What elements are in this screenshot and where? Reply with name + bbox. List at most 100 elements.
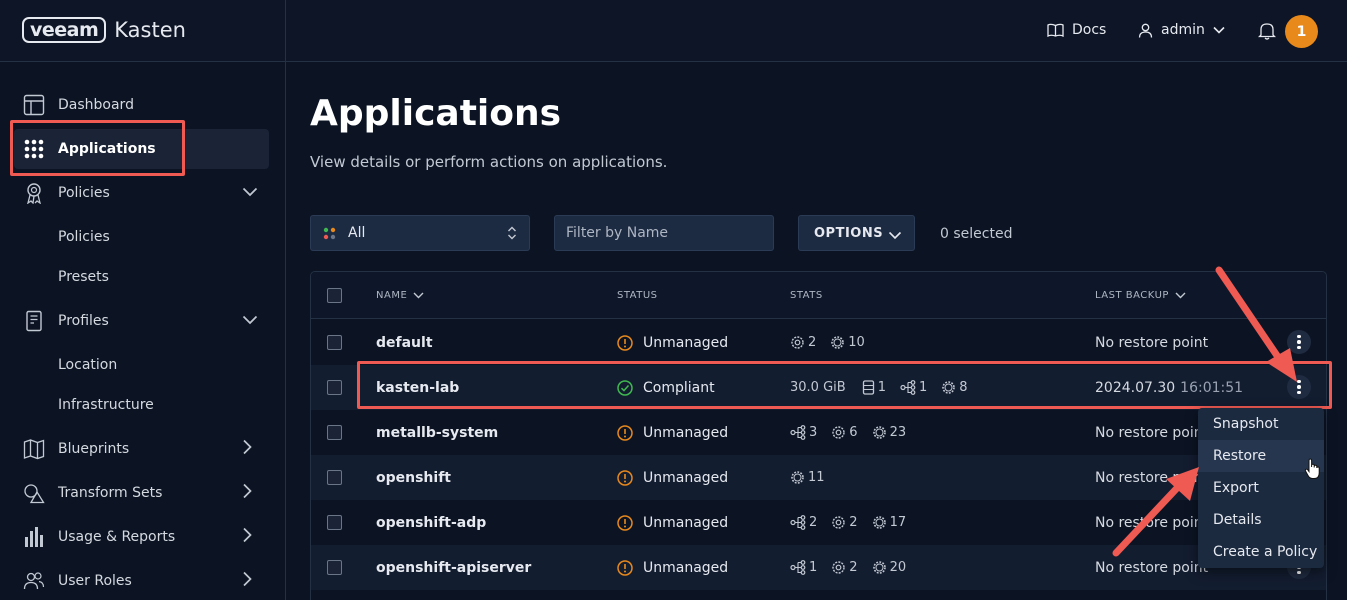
book-icon [1047,23,1064,37]
app-name[interactable]: openshift [376,455,451,500]
sidebar-item-label: Usage & Reports [58,529,176,545]
chevron-down-icon [1213,26,1225,34]
app-name[interactable]: default [376,320,433,365]
sidebar-item-label: Infrastructure [58,397,154,413]
gear-cog-icon [791,336,804,349]
hand-cursor-icon [1304,458,1320,479]
users-icon [22,569,46,593]
app-stats: 2 10 [790,320,879,365]
stat-item: 6 [831,425,858,440]
sidebar-subitem-location[interactable]: Location [0,345,285,385]
menu-item-snapshot[interactable]: Snapshot [1198,408,1324,440]
sidebar-item-label: Blueprints [58,441,130,457]
user-menu[interactable]: admin [1138,22,1225,38]
docs-link[interactable]: Docs [1047,22,1106,38]
sidebar-item-usage-reports[interactable]: Usage & Reports [0,517,285,557]
sidebar-item-label: Profiles [58,313,109,329]
select-arrows-icon [507,225,517,245]
row-checkbox[interactable] [327,515,342,530]
warning-icon [617,424,633,441]
sidebar-item-transform-sets[interactable]: Transform Sets [0,473,285,513]
bar-chart-icon [22,525,46,549]
annotation-arrow-to-restore [1112,467,1199,557]
stat-item: 2 [831,515,858,530]
column-header-stats: STATS [790,290,823,301]
app-status: Unmanaged [617,410,728,455]
page-subtitle: View details or perform actions on appli… [310,153,668,171]
selected-count: 0 selected [940,226,1013,242]
map-icon [22,437,46,461]
gear-icon [831,336,845,349]
select-all-checkbox[interactable] [327,288,342,303]
notifications-button[interactable] [1258,21,1276,40]
app-name[interactable]: openshift-adp [376,500,486,545]
options-button[interactable]: OPTIONS [798,215,915,251]
app-last-backup: No restore point [1095,424,1209,441]
app-stats: 2 2 17 [790,500,920,545]
sidebar-divider [285,0,286,600]
menu-item-details[interactable]: Details [1198,504,1324,536]
stat-item: 20 [872,560,906,575]
app-stats: 11 [790,455,839,500]
app-name[interactable]: metallb-system [376,410,498,455]
chevron-down-icon[interactable] [242,313,258,329]
row-checkbox[interactable] [327,425,342,440]
top-bar: veeam Kasten Docs admin 1 [0,0,1347,62]
status-filter-select[interactable]: All [310,215,530,251]
notification-badge[interactable]: 1 [1285,15,1318,48]
app-last-backup: No restore point [1095,334,1209,351]
warning-icon [617,559,633,576]
chevron-down-icon [413,292,424,299]
table-row[interactable]: default Unmanaged 2 10 No restore point [311,320,1326,365]
logo-product: Kasten [114,18,186,42]
row-checkbox[interactable] [327,335,342,350]
app-status: Unmanaged [617,545,728,590]
sidebar-item-label: Dashboard [58,97,134,113]
sidebar-item-profiles[interactable]: Profiles [0,301,285,341]
veeam-kasten-logo[interactable]: veeam Kasten [22,17,186,43]
stat-item: 2 [831,560,858,575]
chevron-right-icon[interactable] [242,483,252,503]
stat-item: 2 [790,515,817,530]
options-label: OPTIONS [814,225,884,241]
app-stats: 3 6 23 [790,410,920,455]
sidebar-item-label: Presets [58,269,109,285]
sidebar-item-label: Policies [58,185,110,201]
app-name[interactable]: openshift-apiserver [376,545,531,590]
menu-item-create-policy[interactable]: Create a Policy [1198,536,1324,568]
chevron-down-icon[interactable] [242,185,258,201]
user-label: admin [1161,22,1205,38]
row-checkbox[interactable] [327,560,342,575]
sidebar-item-policies[interactable]: Policies [0,173,285,213]
row-checkbox[interactable] [327,470,342,485]
sidebar-subitem-policies[interactable]: Policies [0,217,285,257]
table-header: NAME STATUS STATS LAST BACKUP [311,272,1326,319]
annotation-highlight-applications [10,120,185,176]
table-row[interactable]: metallb-system Unmanaged 3 6 23 No resto… [311,410,1326,455]
sidebar-item-blueprints[interactable]: Blueprints [0,429,285,469]
stat-item: 17 [872,515,906,530]
column-header-last-backup[interactable]: LAST BACKUP [1095,290,1186,301]
chevron-right-icon[interactable] [242,571,252,591]
document-icon [22,309,46,333]
column-header-name[interactable]: NAME [376,290,424,301]
app-status: Unmanaged [617,500,728,545]
chevron-right-icon[interactable] [242,439,252,459]
sidebar-subitem-infrastructure[interactable]: Infrastructure [0,385,285,425]
sidebar-item-dashboard[interactable]: Dashboard [0,85,285,125]
sidebar-subitem-presets[interactable]: Presets [0,257,285,297]
gear-icon [872,426,886,439]
stat-item: 3 [790,425,817,440]
shapes-icon [22,481,46,505]
gear-cog-icon [832,561,845,574]
stat-item: 2 [790,335,816,350]
chevron-right-icon[interactable] [242,527,252,547]
sidebar-item-label: Location [58,357,118,373]
filter-by-name-input[interactable] [554,215,774,251]
gear-cog-icon [832,426,845,439]
sidebar-item-label: User Roles [58,573,132,589]
sidebar-item-user-roles[interactable]: User Roles [0,561,285,600]
row-checkbox[interactable] [327,380,342,395]
chevron-down-icon [1175,292,1186,299]
warning-icon [617,334,633,351]
